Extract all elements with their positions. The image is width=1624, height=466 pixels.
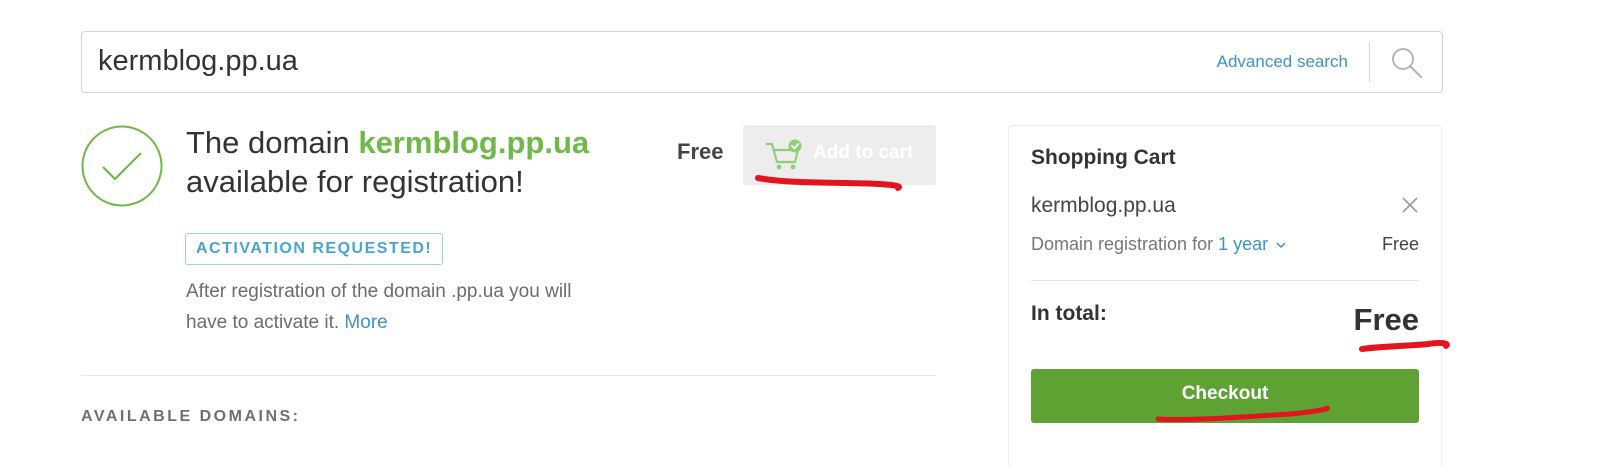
- period-value: 1 year: [1218, 234, 1269, 254]
- advanced-search-link[interactable]: Advanced search: [1217, 32, 1348, 92]
- search-icon[interactable]: [1390, 46, 1424, 80]
- shopping-cart-panel: Shopping Cart kermblog.pp.ua Domain regi…: [1008, 125, 1442, 466]
- period-select[interactable]: 1 year: [1218, 234, 1286, 254]
- search-input[interactable]: kermblog.pp.ua: [98, 32, 298, 92]
- search-divider: [1369, 42, 1370, 82]
- total-value: Free: [1353, 302, 1419, 337]
- checkmark-circle-icon: [81, 125, 163, 207]
- cart-divider: [1031, 280, 1419, 281]
- close-icon[interactable]: [1401, 196, 1419, 214]
- checkout-button[interactable]: Checkout: [1031, 369, 1419, 423]
- add-to-cart-button[interactable]: Add to cart: [743, 125, 936, 185]
- total-label: In total:: [1031, 302, 1107, 325]
- cart-added-icon: [765, 139, 802, 170]
- chevron-down-icon: [1276, 242, 1286, 249]
- add-to-cart-label: Add to cart: [813, 142, 914, 163]
- available-domains-heading: AVAILABLE DOMAINS:: [81, 408, 301, 425]
- registration-label: Domain registration for: [1031, 234, 1219, 254]
- activation-notice: After registration of the domain .pp.ua …: [186, 276, 616, 338]
- availability-headline: The domain kermblog.pp.ua available for …: [186, 123, 646, 201]
- section-divider: [81, 375, 936, 376]
- more-link[interactable]: More: [344, 312, 387, 333]
- domain-price: Free: [677, 139, 724, 164]
- cart-item-price: Free: [1381, 234, 1419, 254]
- activation-status-badge: ACTIVATION REQUESTED!: [185, 233, 444, 265]
- headline-suffix: available for registration!: [186, 164, 524, 199]
- headline-prefix: The domain: [186, 125, 359, 160]
- domain-search-bar[interactable]: kermblog.pp.ua Advanced search: [81, 31, 1443, 93]
- registration-period-row: Domain registration for 1 year: [1031, 234, 1286, 255]
- cart-item-domain: kermblog.pp.ua: [1031, 194, 1176, 217]
- cart-title: Shopping Cart: [1031, 146, 1176, 169]
- available-domain-name: kermblog.pp.ua: [358, 125, 590, 160]
